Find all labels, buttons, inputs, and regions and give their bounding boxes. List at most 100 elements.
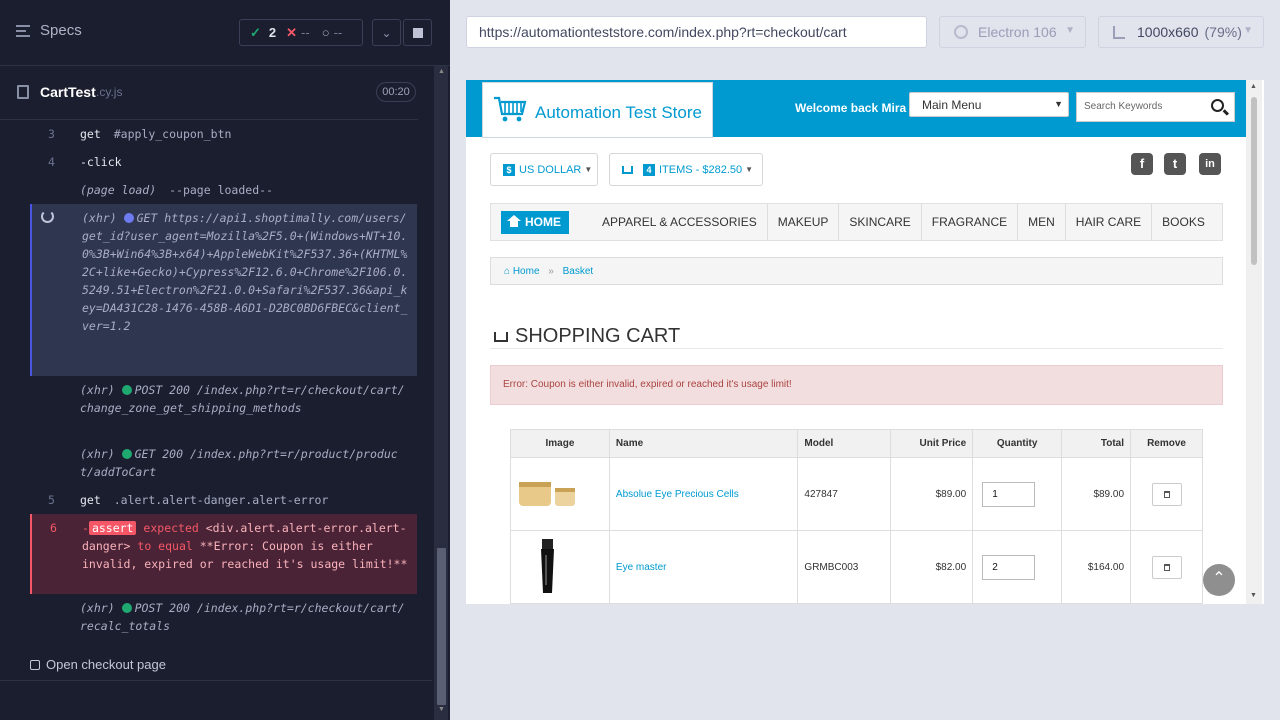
chevron-down-icon: ▼ bbox=[1054, 99, 1063, 109]
cart-icon bbox=[494, 331, 508, 342]
product-image-cell bbox=[510, 457, 610, 531]
command-number: 6 bbox=[50, 521, 57, 535]
command-type: (xhr) bbox=[80, 383, 115, 397]
nav-home[interactable]: HOME bbox=[501, 210, 569, 234]
caret-down-icon: ▼ bbox=[584, 165, 593, 174]
remove-button[interactable] bbox=[1151, 555, 1182, 579]
spec-name: CartTest bbox=[40, 84, 96, 100]
app-preview-panel: https://automationteststore.com/index.ph… bbox=[450, 0, 1280, 720]
nav-hair-care[interactable]: HAIR CARE bbox=[1066, 203, 1153, 241]
viewport-selector[interactable]: 1000x660 (79%) ▼ bbox=[1098, 16, 1264, 48]
breadcrumb-home[interactable]: Home bbox=[513, 266, 540, 277]
command-method: POST 200 bbox=[134, 383, 190, 397]
twitter-icon[interactable]: t bbox=[1164, 153, 1186, 175]
assert-expected: expected bbox=[143, 521, 199, 535]
stop-button[interactable] bbox=[403, 19, 432, 46]
cart-icon bbox=[622, 165, 633, 174]
scrollbar-thumb[interactable] bbox=[437, 548, 446, 705]
scroll-up-arrow-icon[interactable]: ▲ bbox=[1250, 83, 1257, 90]
nav-books[interactable]: BOOKS bbox=[1152, 203, 1215, 241]
product-name-link[interactable]: Absolue Eye Precious Cells bbox=[616, 489, 739, 500]
search-placeholder: Search Keywords bbox=[1084, 101, 1163, 112]
command-row[interactable]: (page load) --page loaded-- bbox=[30, 176, 417, 204]
command-row-xhr-pending[interactable]: (xhr) GET https://api1.shoptimally.com/u… bbox=[30, 204, 417, 376]
linkedin-icon[interactable]: in bbox=[1199, 153, 1221, 175]
site-scrollbar-thumb[interactable] bbox=[1251, 97, 1257, 265]
next-test-label: Open checkout page bbox=[46, 657, 166, 672]
currency-dropdown[interactable]: $ US DOLLAR ▼ bbox=[490, 153, 598, 186]
command-row[interactable]: 3 get #apply_coupon_btn bbox=[30, 120, 417, 148]
product-name-link[interactable]: Eye master bbox=[616, 562, 667, 573]
column-header: Image bbox=[510, 429, 610, 458]
scroll-up-arrow-icon[interactable]: ▲ bbox=[437, 68, 446, 78]
command-row-xhr[interactable]: (xhr) GET 200 /index.php?rt=r/product/pr… bbox=[30, 440, 417, 486]
document-icon bbox=[17, 85, 29, 99]
quantity-input[interactable]: 2 bbox=[982, 554, 1036, 580]
browser-selector[interactable]: Electron 106 ▼ bbox=[939, 16, 1086, 48]
assert-to-equal: to equal bbox=[137, 539, 193, 553]
facebook-icon[interactable]: f bbox=[1131, 153, 1153, 175]
url-bar[interactable]: https://automationteststore.com/index.ph… bbox=[466, 16, 927, 48]
command-method: POST 200 bbox=[134, 601, 190, 615]
product-image[interactable] bbox=[517, 537, 577, 595]
command-number: 5 bbox=[48, 493, 55, 507]
specs-button[interactable]: Specs bbox=[16, 22, 82, 39]
remove-button[interactable] bbox=[1151, 482, 1182, 506]
chevron-down-icon: ▼ bbox=[1243, 25, 1253, 36]
command-row-failed-assert[interactable]: 6 - assert expected <div.alert.alert-erro… bbox=[30, 514, 417, 594]
collapse-button[interactable]: ⌄ bbox=[372, 19, 401, 46]
divider bbox=[0, 680, 432, 681]
column-header: Remove bbox=[1130, 429, 1203, 458]
welcome-message[interactable]: Welcome back Mira bbox=[795, 101, 906, 115]
command-type: (xhr) bbox=[80, 447, 115, 461]
command-row[interactable]: 5 get .alert.alert-danger.alert-error bbox=[30, 486, 417, 514]
viewport-zoom: (79%) bbox=[1204, 24, 1242, 40]
main-menu-label: Main Menu bbox=[922, 98, 982, 112]
table-header-row: Image Name Model Unit Price Quantity Tot… bbox=[510, 429, 1203, 458]
command-method: GET 200 bbox=[134, 447, 184, 461]
nav-fragrance[interactable]: FRAGRANCE bbox=[922, 203, 1019, 241]
success-dot-icon bbox=[121, 603, 132, 613]
quantity-input[interactable]: 1 bbox=[982, 481, 1036, 507]
command-number: 4 bbox=[48, 155, 55, 169]
nav-skincare[interactable]: SKINCARE bbox=[839, 203, 922, 241]
breadcrumb-basket[interactable]: Basket bbox=[563, 266, 594, 277]
assert-badge: assert bbox=[88, 521, 137, 535]
column-header: Total bbox=[1061, 429, 1132, 458]
next-test-item[interactable]: Open checkout page bbox=[30, 657, 166, 672]
scroll-down-arrow-icon[interactable]: ▼ bbox=[437, 706, 446, 716]
command-row-xhr[interactable]: (xhr) POST 200 /index.php?rt=r/checkout/… bbox=[30, 594, 417, 640]
product-model: GRMBC003 bbox=[797, 530, 892, 604]
nav-apparel[interactable]: APPAREL & ACCESSORIES bbox=[592, 203, 768, 241]
product-image[interactable] bbox=[517, 464, 577, 522]
store-logo[interactable]: Automation Test Store bbox=[482, 82, 713, 138]
home-icon: ⌂ bbox=[504, 266, 511, 277]
cypress-runner-panel: Specs ✓ 2 ✕ -- ○ -- ⌄ CartTest .cy.js 00… bbox=[0, 0, 450, 720]
command-name: (page load) bbox=[80, 183, 157, 197]
command-detail: .alert.alert-danger.alert-error bbox=[113, 493, 329, 507]
scroll-to-top-icon[interactable]: ⌃ bbox=[1203, 564, 1235, 596]
cart-dropdown[interactable]: 4 ITEMS - $282.50 ▼ bbox=[609, 153, 763, 186]
search-input[interactable]: Search Keywords bbox=[1076, 92, 1235, 122]
pending-dot-icon bbox=[123, 213, 134, 223]
scroll-down-arrow-icon[interactable]: ▼ bbox=[1250, 592, 1257, 599]
runner-toolbar: Specs ✓ 2 ✕ -- ○ -- ⌄ bbox=[0, 0, 450, 66]
command-row[interactable]: 4 -click bbox=[30, 148, 417, 176]
nav-men[interactable]: MEN bbox=[1018, 203, 1066, 241]
command-row-xhr[interactable]: (xhr) POST 200 /index.php?rt=r/checkout/… bbox=[30, 376, 417, 440]
failed-icon: ✕ bbox=[286, 24, 298, 40]
command-detail: --page loaded-- bbox=[169, 183, 273, 197]
trash-icon bbox=[1163, 490, 1170, 498]
column-header: Quantity bbox=[972, 429, 1063, 458]
home-icon bbox=[507, 214, 521, 228]
nav-makeup[interactable]: MAKEUP bbox=[768, 203, 840, 241]
pending-count: -- bbox=[333, 25, 343, 40]
viewport-size: 1000x660 bbox=[1137, 24, 1199, 40]
command-number: 3 bbox=[48, 127, 55, 141]
cart-table: Image Name Model Unit Price Quantity Tot… bbox=[510, 429, 1203, 604]
main-menu-select[interactable]: Main Menu ▼ bbox=[909, 92, 1069, 117]
column-header: Name bbox=[608, 429, 799, 458]
browser-label: Electron 106 bbox=[978, 24, 1057, 40]
search-icon[interactable] bbox=[1211, 99, 1224, 112]
success-dot-icon bbox=[121, 385, 132, 395]
